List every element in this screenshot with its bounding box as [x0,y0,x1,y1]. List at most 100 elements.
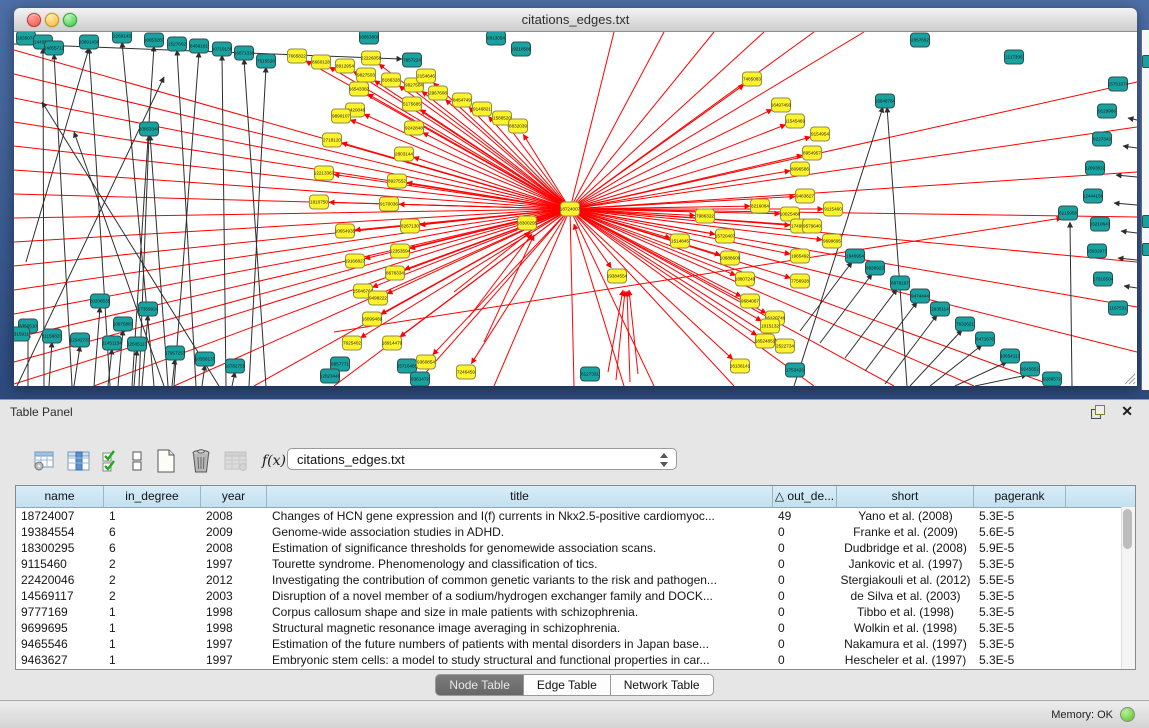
graph-node-selected[interactable]: 9827503 [357,68,376,82]
graph-node-selected[interactable]: 16524851 [755,334,776,348]
graph-node-selected[interactable]: 16543382 [349,82,370,96]
graph-edge-selected[interactable] [570,172,1137,209]
graph-node[interactable]: 12444158 [1083,189,1104,203]
graph-node-selected[interactable]: 10654935 [335,224,356,238]
graph-edge-selected[interactable] [629,290,638,374]
graph-edge-selected[interactable] [14,209,570,290]
graph-edge[interactable] [74,346,80,386]
graph-node-selected[interactable]: 9146821 [473,102,492,116]
table-scrollbar[interactable] [1121,507,1135,669]
graph-edge[interactable] [1124,286,1137,288]
graph-edge-selected[interactable] [570,82,1137,209]
row-height-icon[interactable] [130,449,144,473]
graph-node-selected[interactable]: 8186328 [382,73,401,87]
graph-node[interactable]: 16648784 [875,94,896,108]
show-columns-icon[interactable] [66,450,92,472]
graph-node[interactable]: 7515526 [257,54,276,68]
tab-network-table[interactable]: Network Table [611,674,714,696]
graph-node[interactable]: 16210643 [1090,217,1111,231]
graph-node[interactable]: 16782755 [225,359,246,373]
graph-edge[interactable] [1114,203,1137,205]
graph-edge[interactable] [887,107,907,386]
graph-node-selected[interactable]: 9498222 [369,291,388,305]
column-header-name[interactable]: name [16,486,104,507]
graph-node-selected[interactable]: 10688609 [720,251,741,265]
graph-node[interactable]: 12942737 [70,333,91,347]
graph-node-selected[interactable]: 9463627 [796,189,815,203]
graph-node[interactable]: 19218586 [511,42,532,56]
graph-node-selected[interactable]: 12353594 [390,244,411,258]
graph-node[interactable]: 1753426 [786,363,805,377]
graph-node-selected[interactable]: 2154646 [417,69,436,83]
graph-node[interactable]: 17359924 [138,302,159,316]
graph-edge[interactable] [232,372,235,386]
graph-node-selected[interactable]: 7625402 [343,336,362,350]
graph-edge[interactable] [975,375,1027,386]
graph-node-selected[interactable]: 1514845 [671,234,690,248]
graph-node[interactable]: 9474444 [911,289,930,303]
graph-node[interactable]: 9361472 [411,372,430,386]
graph-edge[interactable] [202,365,205,386]
graph-node[interactable]: 11156823 [42,329,62,343]
graph-edge-selected[interactable] [342,143,570,209]
graph-node-selected[interactable]: 2803144 [395,147,414,161]
network-graph-svg[interactable]: 1835074144055614055712208914362269143106… [14,32,1137,386]
graph-node-selected[interactable]: 9360854 [417,355,436,369]
window-resize-grip[interactable] [1122,371,1136,385]
table-row[interactable]: 946554611997Estimation of the future num… [16,636,1135,652]
graph-node[interactable]: 9286572 [1043,372,1062,386]
graph-node-selected[interactable]: 7756928 [791,274,810,288]
graph-node[interactable]: 8813054 [487,32,506,45]
graph-node-selected[interactable]: 8954957 [803,146,822,160]
graph-node-selected[interactable]: 9699695 [823,234,842,248]
graph-node-selected[interactable]: 9115460 [824,202,843,216]
table-row[interactable]: 1872400712008Changes of HCN gene express… [16,508,1135,524]
graph-node-selected[interactable]: 18807249 [735,272,756,286]
graph-node-selected[interactable]: 9242848 [405,121,424,135]
table-row[interactable]: 977716911998Corpus callosum shape and si… [16,604,1135,620]
graph-node[interactable]: 20053346 [139,122,160,136]
graph-edge[interactable] [930,345,982,386]
graph-node[interactable]: 20891436 [79,35,100,49]
graph-edge-selected[interactable] [14,209,570,338]
column-header-year[interactable]: year [201,486,267,507]
select-rows-icon[interactable] [101,449,121,473]
table-row[interactable]: 1456911722003Disruption of a novel membe… [16,588,1135,604]
function-builder-icon[interactable]: f(x) [262,453,286,469]
graph-node-selected[interactable]: 2967608 [429,86,448,100]
graph-edge-selected[interactable] [570,209,814,386]
graph-node[interactable]: 10975887 [113,317,134,331]
graph-node-selected[interactable]: 15720407 [715,229,736,243]
graph-edge-selected[interactable] [570,209,1137,352]
delete-column-icon[interactable] [188,448,214,474]
graph-edge[interactable] [244,59,266,386]
graph-node-hub[interactable]: 18724007 [560,202,581,216]
table-row[interactable]: 946362711997Embryonic stem cells: a mode… [16,652,1135,668]
graph-node-selected[interactable]: 8660128 [312,55,331,69]
graph-edge[interactable] [222,55,226,386]
graph-edge-selected[interactable] [570,32,764,209]
graph-node[interactable]: 10358137 [195,352,216,366]
graph-node[interactable]: 14055712 [44,41,65,55]
graph-node-selected[interactable]: 9579640 [803,219,822,233]
graph-edge-selected[interactable] [570,209,1054,386]
graph-edge[interactable] [49,342,52,386]
close-panel-icon[interactable]: ✕ [1121,403,1133,420]
column-header-in_degree[interactable]: in_degree [104,486,201,507]
graph-edge[interactable] [1116,175,1137,177]
tab-edge-table[interactable]: Edge Table [524,674,611,696]
graph-node-selected[interactable]: 8454749 [453,93,472,107]
graph-node-selected[interactable]: 7246459 [457,365,476,379]
graph-edge[interactable] [1128,118,1137,120]
graph-node[interactable]: 9245652 [1021,362,1040,376]
graph-node[interactable]: 20206535 [90,294,111,308]
graph-node-selected[interactable]: 11545469 [785,114,806,128]
graph-node-selected[interactable]: 8216064 [751,199,770,213]
graph-node[interactable]: 8466161 [190,39,209,53]
graph-node-selected[interactable]: 8267130 [401,219,420,233]
graph-edge-selected[interactable] [570,32,864,209]
table-scrollbar-thumb[interactable] [1123,509,1132,549]
graph-edge[interactable] [885,315,937,384]
graph-node[interactable]: 8938923 [866,261,885,275]
table-settings-icon[interactable] [33,450,57,472]
